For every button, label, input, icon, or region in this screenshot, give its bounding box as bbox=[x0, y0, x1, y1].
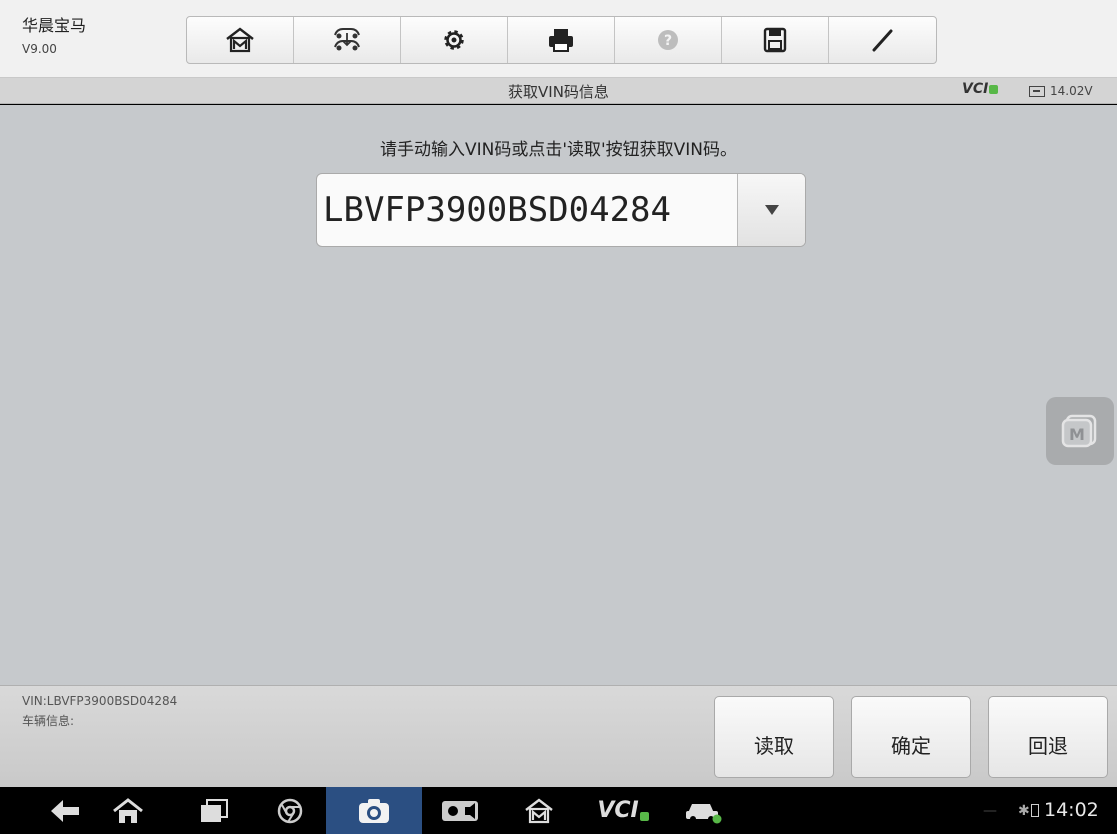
vehicle-swap-button[interactable] bbox=[294, 17, 401, 63]
vin-prompt: 请手动输入VIN码或点击'读取'按钮获取VIN码。 bbox=[379, 140, 738, 160]
notification-dash-icon: — bbox=[983, 803, 997, 819]
floating-menu-button[interactable]: M bbox=[1046, 397, 1114, 465]
nav-autel-home-button[interactable] bbox=[514, 787, 564, 834]
edit-button[interactable] bbox=[829, 17, 936, 63]
vin-combobox[interactable] bbox=[316, 173, 806, 247]
home-button[interactable] bbox=[187, 17, 294, 63]
vci-nav-label: VCI bbox=[597, 798, 639, 823]
browser-icon bbox=[277, 798, 303, 823]
home-icon bbox=[226, 27, 254, 53]
save-icon bbox=[763, 27, 787, 53]
confirm-button[interactable]: 确定 bbox=[851, 696, 971, 778]
system-clock: 14:02 bbox=[1044, 799, 1099, 821]
gear-icon bbox=[444, 30, 464, 50]
camera-icon bbox=[359, 798, 389, 823]
app-version: V9.00 bbox=[22, 42, 57, 56]
printer-icon bbox=[549, 29, 573, 52]
voltage-readout: 14.02V bbox=[1050, 84, 1093, 98]
vci-connected-icon bbox=[639, 812, 649, 821]
vin-info: VIN:LBVFP3900BSD04284 bbox=[22, 694, 178, 708]
system-nav-bar: VCI — ✱ 14:02 bbox=[0, 787, 1117, 834]
home-icon bbox=[113, 797, 143, 823]
triangle-down-icon bbox=[764, 205, 779, 215]
brightness-volume-icon bbox=[442, 800, 478, 821]
save-button[interactable] bbox=[722, 17, 829, 63]
nav-camera-button[interactable] bbox=[326, 787, 422, 834]
vehicle-swap-icon bbox=[334, 28, 360, 51]
car-connected-icon bbox=[686, 803, 722, 823]
nav-home-button[interactable] bbox=[98, 787, 158, 834]
battery-icon bbox=[1029, 86, 1045, 97]
recent-apps-icon bbox=[201, 798, 228, 822]
title-bar: 获取VIN码信息 VCI 14.02V bbox=[0, 78, 1117, 104]
read-button[interactable]: 读取 bbox=[714, 696, 834, 778]
pen-icon bbox=[872, 29, 892, 52]
back-button[interactable]: 回退 bbox=[988, 696, 1108, 778]
nav-vehicle-button[interactable] bbox=[674, 787, 734, 834]
bottom-bar: VIN:LBVFP3900BSD04284 车辆信息: 读取 确定 回退 bbox=[0, 685, 1117, 787]
help-button[interactable]: ? bbox=[615, 17, 722, 63]
vin-dropdown-button[interactable] bbox=[737, 174, 805, 246]
vci-label: VCI bbox=[962, 81, 989, 97]
help-icon: ? bbox=[658, 30, 678, 50]
page-title: 获取VIN码信息 bbox=[508, 83, 609, 101]
nav-display-button[interactable] bbox=[430, 787, 490, 834]
print-button[interactable] bbox=[508, 17, 615, 63]
back-arrow-icon bbox=[51, 799, 79, 822]
vci-status: VCI bbox=[962, 81, 999, 97]
battery-status-icon bbox=[1031, 804, 1039, 817]
main-content: 请手动输入VIN码或点击'读取'按钮获取VIN码。 M bbox=[0, 105, 1117, 685]
top-bar: 华晨宝马 V9.00 ? bbox=[0, 0, 1117, 78]
settings-button[interactable] bbox=[401, 17, 508, 63]
m-logo-icon: M bbox=[1061, 414, 1097, 448]
nav-vci-button[interactable]: VCI bbox=[588, 787, 658, 834]
svg-text:M: M bbox=[1069, 425, 1085, 444]
nav-recents-button[interactable] bbox=[186, 787, 242, 834]
nav-browser-button[interactable] bbox=[262, 787, 318, 834]
main-toolbar: ? bbox=[186, 16, 937, 64]
app-name: 华晨宝马 bbox=[22, 16, 87, 35]
vci-connected-icon bbox=[989, 85, 999, 94]
nav-back-button[interactable] bbox=[36, 787, 96, 834]
vin-input[interactable] bbox=[317, 174, 737, 246]
m-home-icon bbox=[525, 797, 553, 823]
svg-text:?: ? bbox=[664, 33, 672, 49]
vehicle-info: 车辆信息: bbox=[22, 714, 75, 728]
bluetooth-icon: ✱ bbox=[1018, 803, 1030, 819]
